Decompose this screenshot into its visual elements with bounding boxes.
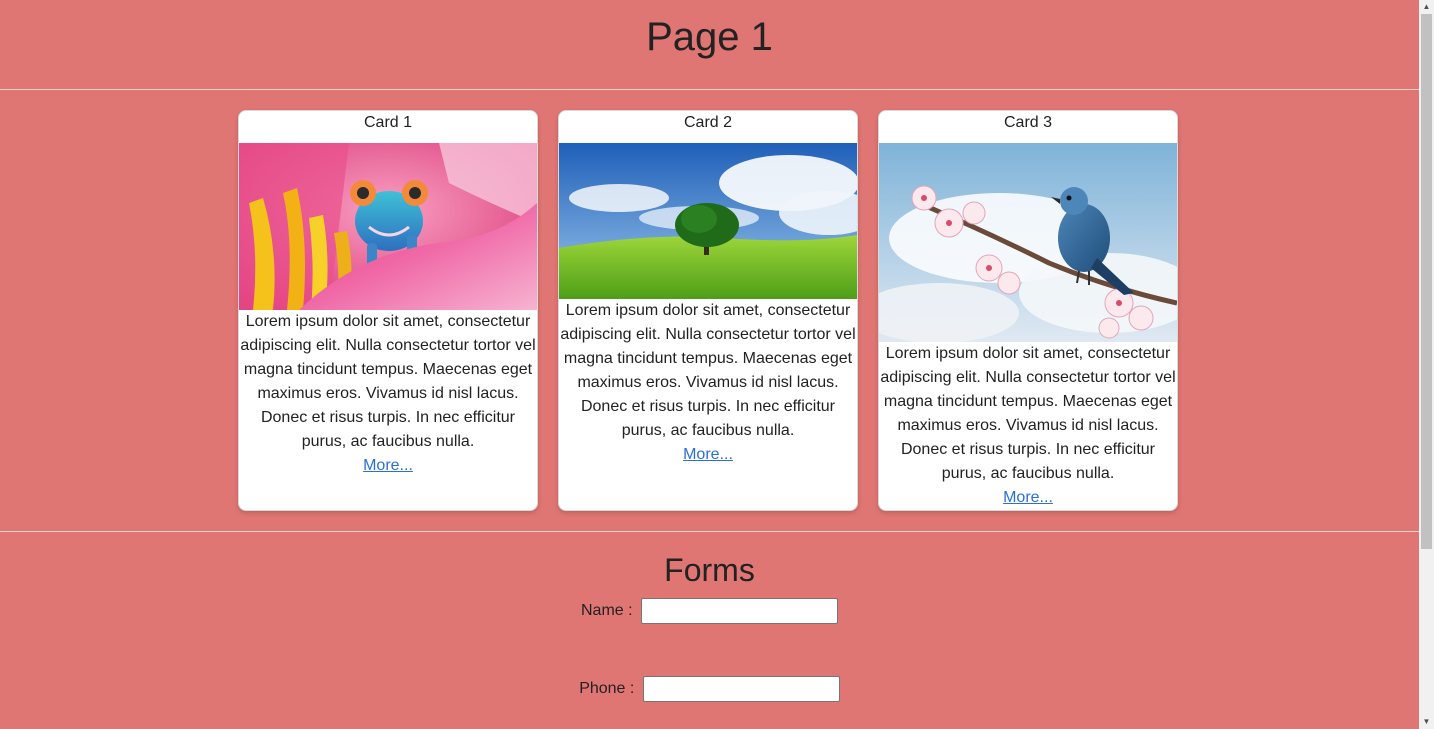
card-1: Card 1 Lorem ipsum dolor sit amet, conse… bbox=[238, 110, 538, 511]
page-title: Page 1 bbox=[646, 15, 773, 59]
card-image-chameleon bbox=[239, 143, 537, 310]
card-text: Lorem ipsum dolor sit amet, consectetur … bbox=[880, 345, 1176, 482]
scroll-up-arrow-icon[interactable]: ▲ bbox=[1419, 0, 1434, 14]
page: Page 1 Card 1 Lorem ipsum dolor sit amet… bbox=[0, 0, 1419, 729]
forms-title: Forms bbox=[664, 552, 755, 588]
card-title: Card 1 bbox=[363, 114, 413, 131]
card-3: Card 3 Lorem ipsum dolor sit amet, conse… bbox=[878, 110, 1178, 511]
phone-label: Phone : bbox=[579, 680, 635, 697]
card-text: Lorem ipsum dolor sit amet, consectetur … bbox=[560, 302, 856, 439]
more-link[interactable]: More... bbox=[363, 454, 413, 478]
phone-row: Phone : bbox=[0, 676, 1419, 702]
card-text: Lorem ipsum dolor sit amet, consectetur … bbox=[240, 313, 536, 450]
header-divider bbox=[0, 89, 1419, 90]
card-title: Card 2 bbox=[683, 114, 733, 131]
name-label: Name : bbox=[580, 602, 633, 619]
name-row: Name : bbox=[0, 598, 1419, 624]
vertical-scrollbar[interactable]: ▲ ▼ bbox=[1419, 0, 1434, 729]
phone-input[interactable] bbox=[642, 676, 840, 702]
scroll-down-arrow-icon[interactable]: ▼ bbox=[1419, 715, 1434, 729]
card-image-bird bbox=[879, 143, 1177, 342]
card-2: Card 2 Lorem ipsum dolor sit amet, conse… bbox=[558, 110, 858, 511]
name-input[interactable] bbox=[641, 598, 839, 624]
more-link[interactable]: More... bbox=[683, 443, 733, 467]
card-title: Card 3 bbox=[1003, 114, 1053, 131]
scroll-thumb[interactable] bbox=[1421, 14, 1432, 549]
card-image-tree bbox=[559, 143, 857, 299]
section-divider bbox=[0, 531, 1419, 532]
more-link[interactable]: More... bbox=[1003, 486, 1053, 510]
